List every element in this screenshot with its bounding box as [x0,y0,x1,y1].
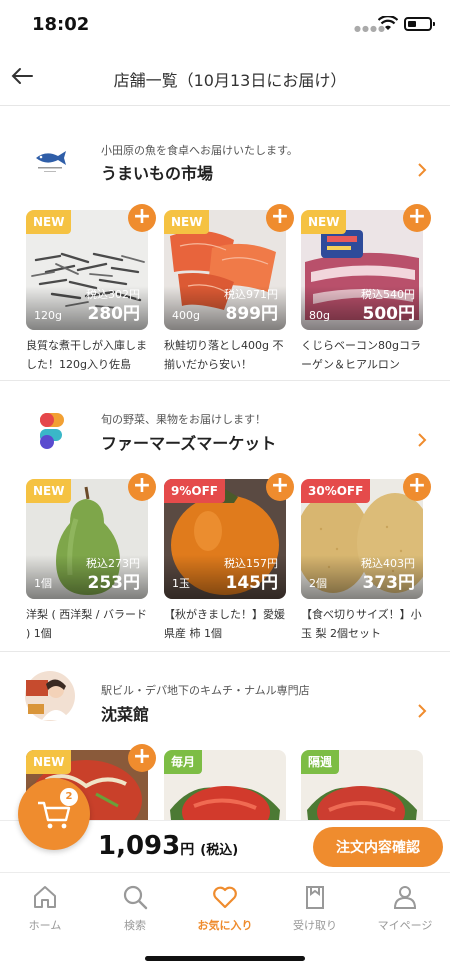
product-photo-whale-bacon: NEW 80g 税込540円 500円 [301,210,423,330]
product-name: くじらベーコン80gコラーゲン＆ヒアルロン [301,339,421,371]
tab-label: 検索 [124,919,146,932]
product-price: 145円 [225,573,279,593]
product-price: 373円 [362,573,416,593]
shop-name[interactable]: 沈菜館 [101,701,149,725]
product-name: 良質な煮干しが入庫しました！120g入り佐島 [26,339,147,371]
bag-icon [306,886,324,909]
product-unit: 1個 [34,577,52,590]
add-to-cart-button[interactable]: + [403,473,431,501]
product-name: 洋梨 ( 西洋梨 / バラード ) 1個 [26,608,147,640]
product-unit: 400g [172,309,200,322]
product-price: 500円 [362,304,416,324]
product-unit: 2個 [309,577,327,590]
product-price: 253円 [87,573,141,593]
product-photo-persimmon: 9%OFF 1玉 税込157円 145円 [164,479,286,599]
shop-tagline: 駅ビル・デパ地下のキムチ・ナムル専門店 [101,684,310,697]
product-photo-salmon: NEW 400g 税込971円 899円 [164,210,286,330]
add-to-cart-button[interactable]: + [128,744,156,772]
tab-label: マイページ [377,919,433,932]
shop-tagline: 旬の野菜、果物をお届けします！ [101,413,266,426]
product-card[interactable]: 30%OFF 2個 税込403円 373円 + 【食べ切りサイズ！】小玉 梨 2… [301,473,431,643]
confirm-order-button[interactable]: 注文内容確認 [313,827,443,867]
page-title: 店舗一覧（10月13日にお届け） [113,71,347,90]
wifi-icon [378,16,398,30]
shop-avatar [25,671,75,721]
product-photo-nashi: 30%OFF 2個 税込403円 373円 [301,479,423,599]
tab-label: ホーム [28,919,62,932]
farmers-logo-icon [40,413,64,449]
search-icon [123,885,148,910]
tab-label: お気に入り [197,919,253,932]
add-to-cart-button[interactable]: + [403,204,431,232]
product-badge: NEW [164,210,210,234]
chevron-right-icon[interactable] [414,162,430,178]
chevron-right-icon[interactable] [414,703,430,719]
product-unit: 120g [34,309,62,322]
shop-name[interactable]: ファーマーズマーケット [101,430,276,454]
product-photo-kimchi: 毎月 [164,750,286,820]
shop-umaimono: 小田原の魚を食卓へお届けいたします。 うまいもの市場 NEW 120g 税込30… [0,106,450,380]
cart-tax-label: (税込) [200,843,239,858]
product-name: 【食べ切りサイズ！】小玉 梨 2個セット [301,608,422,640]
product-price: 280円 [87,304,141,324]
chevron-right-icon[interactable] [414,432,430,448]
tab-favorites[interactable]: お気に入り [180,883,270,933]
cart-total-amount: 1,093 [98,831,181,861]
cart-total: 1,093円 (税込) [98,831,238,861]
cart-button[interactable]: 2 [18,778,90,850]
product-badge: 隔週 [301,750,340,774]
tab-pickup[interactable]: 受け取り [270,883,360,933]
add-to-cart-button[interactable]: + [266,473,294,501]
heart-icon [213,886,237,909]
fish-logo-icon [36,151,66,172]
product-card[interactable]: 9%OFF 1玉 税込157円 145円 + 【秋がきました！】愛媛県産 柿 1… [164,473,294,643]
shop-farmers-market: 旬の野菜、果物をお届けします！ ファーマーズマーケット NEW 1個 税込273… [0,381,450,651]
tab-mypage[interactable]: マイページ [360,883,450,933]
product-unit: 80g [309,309,330,322]
cart-count-badge: 2 [60,788,78,806]
product-name: 【秋がきました！】愛媛県産 柿 1個 [164,608,285,640]
product-photo-kimchi-2: 隔週 [301,750,423,820]
product-name: 秋鮭切り落とし400g 不揃いだから安い！ [164,339,284,371]
product-badge: 毎月 [164,750,203,774]
product-badge: 9%OFF [164,479,225,503]
shop-tagline: 小田原の魚を食卓へお届けいたします。 [101,144,298,157]
product-card[interactable]: NEW 1個 税込273円 253円 + 洋梨 ( 西洋梨 / バラード ) 1… [26,473,156,643]
product-card[interactable]: NEW 80g 税込540円 500円 + くじらベーコン80gコラーゲン＆ヒア… [301,204,431,374]
nav-header: 店舗一覧（10月13日にお届け） [0,50,450,106]
status-bar: 18:02 ●●●● [0,0,450,50]
product-card[interactable]: 隔週 [301,750,423,820]
home-icon [34,886,56,908]
product-badge: NEW [26,479,72,503]
home-indicator [145,956,305,961]
person-icon [393,886,417,909]
product-photo-pear: NEW 1個 税込273円 253円 [26,479,148,599]
product-card[interactable]: 毎月 [164,750,286,820]
product-badge: NEW [26,210,72,234]
tab-label: 受け取り [293,919,337,932]
add-to-cart-button[interactable]: + [266,204,294,232]
product-photo-niboshi: NEW 120g 税込302円 280円 [26,210,148,330]
tab-search[interactable]: 検索 [90,883,180,933]
product-badge: 30%OFF [301,479,371,503]
add-to-cart-button[interactable]: + [128,473,156,501]
cart-total-yen: 円 [180,842,195,858]
product-card[interactable]: NEW 120g 税込302円 280円 + 良質な煮干しが入庫しました！120… [26,204,156,374]
shop-name[interactable]: うまいもの市場 [101,160,213,184]
product-unit: 1玉 [172,577,190,590]
add-to-cart-button[interactable]: + [128,204,156,232]
tab-home[interactable]: ホーム [0,883,90,933]
product-price: 899円 [225,304,279,324]
product-badge: NEW [26,750,72,774]
product-badge: NEW [301,210,347,234]
product-card[interactable]: NEW 400g 税込971円 899円 + 秋鮭切り落とし400g 不揃いだか… [164,204,294,374]
status-time: 18:02 [32,14,90,35]
battery-icon [404,17,435,31]
